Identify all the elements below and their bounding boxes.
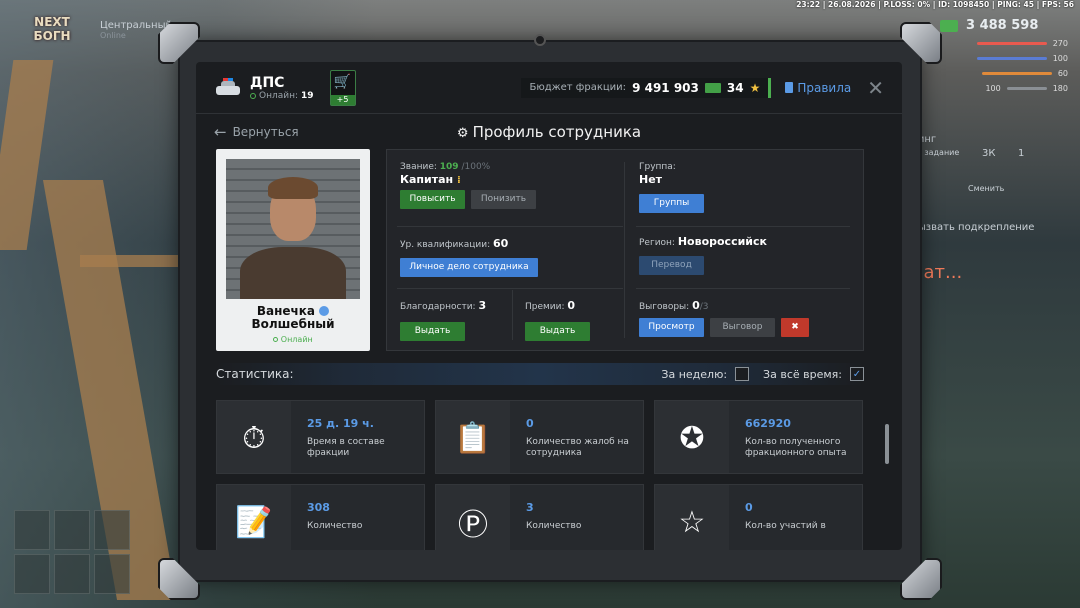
money-icon	[940, 19, 958, 32]
faction-name: ДПС	[250, 74, 285, 91]
player-hud: 3 488 598 270 100 60 100 180	[940, 18, 1068, 93]
tablet-screen: ДПС Онлайн: 19 🛒 +5 Бюджет фракции: 9 491 …	[196, 62, 902, 550]
dossier-button[interactable]: Личное дело сотрудника	[400, 258, 538, 277]
faction-budget: Бюджет фракции: 9 491 903 34 ★	[521, 77, 772, 98]
stat-card: 📋 0 Количество жалоб на сотрудника	[435, 400, 644, 474]
shop-button[interactable]: 🛒 +5	[329, 69, 356, 106]
rules-link[interactable]: Правила	[785, 81, 851, 95]
give-thanks-button[interactable]: Выдать	[400, 322, 465, 341]
bg-k: 3К	[982, 148, 996, 159]
rank-icon: ⁞	[456, 175, 461, 186]
faction-info: ДПС Онлайн: 19	[214, 75, 314, 101]
tablet-frame: ДПС Онлайн: 19 🛒 +5 Бюджет фракции: 9 491 …	[158, 22, 942, 600]
star-icon: ☆	[655, 485, 729, 550]
groups-button[interactable]: Группы	[639, 194, 704, 213]
page-title: ⚙ Профиль сотрудника	[456, 123, 642, 141]
star-icon: ★	[749, 80, 761, 95]
header: ДПС Онлайн: 19 🛒 +5 Бюджет фракции: 9 491 …	[196, 62, 902, 114]
group-value: Нет	[639, 173, 663, 186]
cash-icon	[704, 82, 721, 93]
give-bonus-button[interactable]: Выдать	[525, 322, 590, 341]
all-time-checkbox[interactable]: ✓	[850, 367, 864, 381]
complaint-icon: 📋	[436, 401, 510, 473]
health-value: 270	[1052, 39, 1068, 48]
camera-icon	[534, 34, 546, 46]
faction-online: Онлайн: 19	[250, 91, 314, 101]
employee-photo	[226, 159, 360, 299]
remove-user-icon[interactable]: ✖	[781, 318, 809, 337]
employee-status: Онлайн	[216, 335, 370, 344]
region: Регион: Новороссийск	[639, 235, 767, 248]
parking-ticket-icon: Ⓟ	[436, 485, 510, 550]
rank-label: Звание: 109 /100%	[400, 162, 491, 172]
scrollbar[interactable]	[885, 424, 889, 464]
employee-name: Ванечка Волшебный	[251, 304, 335, 331]
employee-card: Ванечка Волшебный Онлайн	[216, 149, 370, 351]
back-button[interactable]: ← Вернуться	[214, 123, 299, 141]
logo-text: NEXT	[34, 15, 70, 29]
bonuses: Премии: 0	[525, 299, 576, 312]
employee-info-panel: Звание: 109 /100% Капитан ⁞ Повысить Пон…	[386, 149, 864, 351]
stat-card: 📝 308 Количество	[216, 484, 425, 550]
status-bar: 23:22 | 26.08.2026 | P.LOSS: 0% | ID: 10…	[796, 0, 1074, 9]
statistics-title: Статистика:	[216, 367, 294, 381]
stat-card: ⏱ 25 д. 19 ч. Время в составе фракции	[216, 400, 425, 474]
gear-icon: ⚙	[456, 126, 469, 141]
thanks: Благодарности: 3	[400, 299, 487, 312]
reprimands: Выговоры: 0/3	[639, 299, 709, 312]
stars-value: 34	[726, 80, 744, 95]
stat-card: ✪ 662920 Кол-во полученного фракционного …	[654, 400, 863, 474]
qualification: Ур. квалификации: 60	[400, 237, 509, 250]
statistics-header: Статистика: За неделю: За всё время: ✓	[216, 363, 864, 385]
all-time-label: За всё время:	[763, 367, 842, 381]
rank-value: Капитан ⁞	[400, 173, 461, 186]
police-car-icon	[214, 77, 242, 99]
week-label: За неделю:	[661, 367, 728, 381]
cart-icon: 🛒	[333, 73, 352, 90]
server-logo: NEXT БОГН	[22, 15, 82, 53]
stopwatch-icon: ⏱	[217, 401, 291, 473]
reprimand-button[interactable]: Выговор	[710, 318, 775, 337]
stat-card: Ⓟ 3 Количество	[435, 484, 644, 550]
money-value: 3 488 598	[966, 18, 1039, 33]
bg-one: 1	[1018, 148, 1025, 159]
budget-value: 9 491 903	[632, 80, 699, 95]
hunger-value: 60	[1057, 69, 1068, 78]
stat-card: ☆ 0 Кол-во участий в	[654, 484, 863, 550]
stat-value: 180	[1052, 84, 1068, 93]
armor-value: 100	[1052, 54, 1068, 63]
transfer-button[interactable]: Перевод	[639, 256, 704, 275]
view-button[interactable]: Просмотр	[639, 318, 704, 337]
inventory-slots	[14, 510, 130, 594]
week-checkbox[interactable]	[735, 367, 750, 381]
promote-button[interactable]: Повысить	[400, 190, 465, 209]
exp-icon: ✪	[655, 401, 729, 473]
document-icon	[785, 82, 794, 93]
logo-text: БОГН	[33, 29, 71, 43]
bg-call: вызвать подкрепление	[912, 222, 1035, 233]
close-button[interactable]: ✕	[867, 76, 884, 100]
user-icon	[319, 306, 330, 316]
demote-button[interactable]: Понизить	[471, 190, 536, 209]
arrow-left-icon: ←	[214, 123, 227, 141]
bg-change: Сменить	[968, 184, 1005, 193]
clipboard-icon: 📝	[217, 485, 291, 550]
shop-badge: +5	[330, 94, 355, 105]
group-label: Группа:	[639, 162, 676, 172]
stat-value: 100	[985, 84, 1001, 93]
